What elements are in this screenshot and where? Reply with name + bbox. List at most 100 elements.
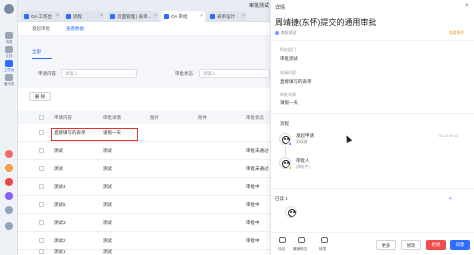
table-row[interactable]: 测试 测试 审批未通过	[18, 142, 270, 160]
table-row[interactable]: 直接填写的表单 请假一天	[18, 124, 270, 142]
column-header[interactable]: 审批状态	[246, 115, 264, 121]
flow-step-meta: (审批中)	[296, 165, 310, 169]
filter-status-input[interactable]: 请输入	[199, 69, 270, 78]
row-checkbox[interactable]	[39, 202, 44, 207]
action-bar: 评论 撤销转交 转发 更多 修改 拒绝 同意	[271, 232, 474, 255]
cell-status: 审批未通过	[246, 148, 269, 153]
row-checkbox[interactable]	[39, 238, 44, 243]
table-row[interactable]: 测试 测试 审批未通过	[18, 160, 270, 178]
tab-oa-workbench[interactable]: OA 工作台 ×	[21, 11, 61, 22]
chat-icon	[5, 32, 13, 39]
select-all-checkbox[interactable]	[39, 115, 44, 120]
row-checkbox[interactable]	[39, 148, 44, 153]
cell-content: 测试	[54, 166, 63, 171]
table-row[interactable]: 测试3 测试 审批中	[18, 214, 270, 232]
cell-status: 审批中	[246, 202, 260, 207]
row-checkbox[interactable]	[39, 220, 44, 225]
cell-status: 审批未通过	[246, 166, 269, 171]
delete-button[interactable]: 删 除	[29, 92, 51, 101]
tab-all[interactable]: 全部	[32, 49, 41, 55]
cell-detail: 测试	[103, 202, 112, 207]
edit-button[interactable]: 修改	[401, 240, 421, 250]
approval-title: 周靖捷(东怀)提交的通用审批	[275, 18, 377, 27]
app-icon-1[interactable]	[5, 150, 13, 158]
transfer-icon[interactable]	[298, 237, 305, 243]
contacts-icon	[5, 74, 13, 81]
approve-button[interactable]: 同意	[450, 240, 470, 250]
highlight-box	[51, 128, 138, 141]
field-label: 审批详情	[280, 92, 296, 97]
cell-detail: 测试	[103, 184, 112, 189]
flow-step-meta: 周靖捷	[296, 140, 308, 144]
row-checkbox[interactable]	[39, 166, 44, 171]
column-header[interactable]: 审批详情	[103, 115, 121, 121]
close-icon[interactable]: ×	[200, 11, 203, 22]
sidebar-item-messages[interactable]: 消息	[2, 32, 16, 45]
app-icon-5[interactable]	[5, 206, 13, 214]
close-icon[interactable]: ×	[154, 11, 157, 22]
comment-icon[interactable]	[279, 237, 286, 243]
divider	[271, 188, 474, 189]
filter-panel: 全部 申请内容 请输入 审批状态 请输入	[18, 36, 270, 88]
column-header[interactable]: 图片	[150, 115, 159, 121]
sidebar-item-workbench[interactable]: 工作台	[2, 60, 16, 73]
settings-icon[interactable]	[5, 222, 13, 230]
cell-detail: 测试	[103, 220, 112, 225]
app-icon-2[interactable]	[5, 164, 13, 172]
divider	[271, 113, 474, 114]
column-header[interactable]: 附件	[198, 115, 207, 121]
transfer-label[interactable]: 撤销转交	[293, 247, 307, 252]
close-icon[interactable]: ×	[56, 11, 59, 22]
cell-detail: 测试	[103, 148, 112, 153]
tab-page-manage[interactable]: 页面管理 | 表单... ×	[107, 11, 159, 22]
data-table: 删 除 申请内容 审批详情 图片 附件 审批状态 直接填写的表单 请假一天 测试…	[18, 88, 270, 255]
grid-icon	[5, 60, 13, 67]
view-operations-link[interactable]: 查看操作	[449, 31, 464, 36]
close-icon[interactable]: ×	[465, 3, 469, 9]
cell-detail: 测试	[103, 249, 112, 254]
table-row[interactable]: 测试4 测试 审批中	[18, 178, 270, 196]
comment-label[interactable]: 评论	[278, 247, 285, 252]
tab-oa-approval[interactable]: OA 审批 ×	[161, 11, 205, 22]
flow-heading: 流程	[280, 121, 289, 126]
sidebar-item-contacts[interactable]: 通讯录	[2, 74, 16, 87]
table-row[interactable]: 测试5 测试 审批中	[18, 196, 270, 214]
more-button[interactable]: 更多	[376, 240, 396, 250]
link-submit-approval[interactable]: 发起审批	[32, 26, 50, 32]
cell-content: 测试3	[54, 220, 66, 225]
app-icon-4[interactable]	[5, 192, 13, 200]
cell-status: 审批中	[246, 238, 260, 243]
row-checkbox[interactable]	[39, 249, 44, 254]
flow-connector	[285, 146, 286, 156]
cell-content: 测试5	[54, 202, 66, 207]
table-row[interactable]: 测试1 测试	[18, 248, 270, 255]
approval-subtitle: 审批测试	[281, 31, 297, 35]
filter-content-input[interactable]: 请输入	[61, 69, 137, 78]
close-icon[interactable]: ×	[242, 11, 245, 22]
flow-step-time: 06-21 09:43	[439, 134, 459, 138]
close-icon[interactable]: ×	[100, 11, 103, 22]
field-label: 申请内容	[280, 70, 296, 75]
share-icon[interactable]	[321, 237, 328, 243]
field-value: 直接填写的表单	[280, 79, 312, 84]
tab-flow[interactable]: 流程 ×	[63, 11, 105, 22]
app-favicon-icon	[164, 14, 169, 19]
link-view-data[interactable]: 查看数据	[66, 26, 84, 32]
row-checkbox[interactable]	[39, 184, 44, 189]
add-cc-icon[interactable]: +	[449, 196, 452, 202]
filter-label-content: 申请内容	[38, 71, 56, 76]
field-label: 所在部门	[280, 47, 296, 52]
tab-form-design[interactable]: 表单设计 ×	[207, 11, 247, 22]
sidebar-item-docs[interactable]: 文档	[2, 46, 16, 59]
row-checkbox[interactable]	[39, 130, 44, 135]
share-label[interactable]: 转发	[319, 247, 326, 252]
reject-button[interactable]: 拒绝	[426, 240, 446, 250]
user-avatar[interactable]	[4, 4, 14, 14]
pending-icon	[288, 166, 292, 170]
divider	[271, 40, 474, 41]
app-icon-3[interactable]	[5, 178, 13, 186]
column-header[interactable]: 申请内容	[54, 115, 72, 121]
table-header: 申请内容 审批详情 图片 附件 审批状态	[18, 111, 270, 124]
panda-face-icon	[288, 209, 296, 217]
window-title: 审批测试	[249, 3, 270, 9]
